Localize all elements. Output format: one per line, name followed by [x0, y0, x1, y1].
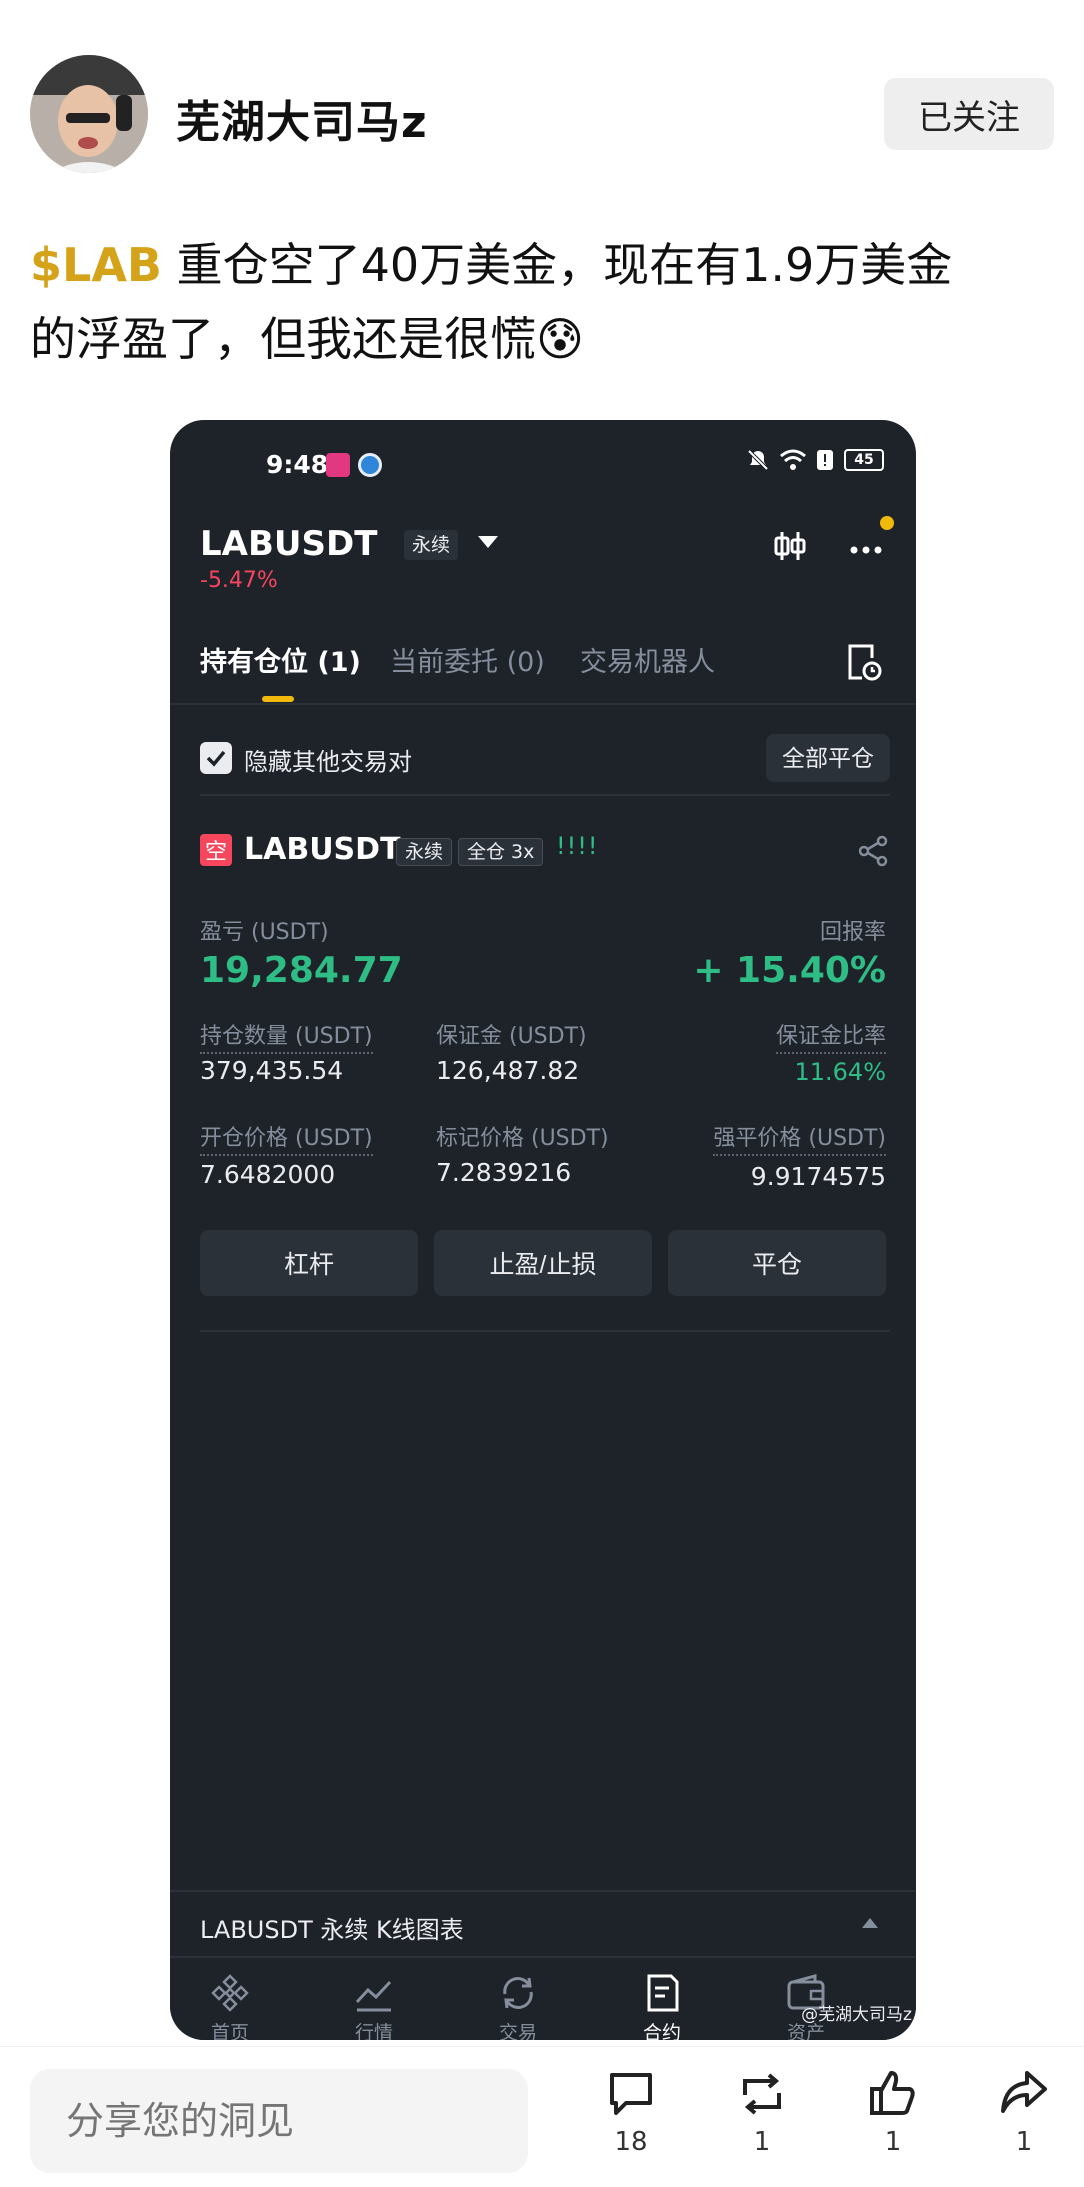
status-bar: 9:48 45	[170, 420, 916, 492]
status-time: 9:48	[266, 450, 329, 479]
perp-badge: 永续	[404, 530, 459, 560]
nav-label: 首页	[210, 2022, 249, 2040]
divider	[200, 1330, 890, 1332]
avatar[interactable]	[30, 55, 148, 173]
repost-count: 1	[753, 2127, 771, 2157]
short-tag: 空	[200, 834, 232, 866]
like-button[interactable]: 1	[853, 2067, 933, 2177]
kline-label[interactable]: LABUSDT 永续 K线图表	[200, 1910, 464, 1945]
share-arrow-icon	[1001, 2071, 1047, 2113]
contract-icon	[647, 1974, 679, 2012]
divider	[200, 794, 890, 796]
nav-futures[interactable]: 合约	[612, 1964, 712, 2040]
kline-bar[interactable]: LABUSDT 永续 K线图表	[170, 1890, 916, 1954]
candlestick-icon[interactable]	[772, 528, 808, 564]
nav-label: 交易	[498, 2022, 537, 2040]
comment-input[interactable]	[30, 2069, 528, 2173]
close-all-button[interactable]: 全部平仓	[766, 734, 890, 782]
margin-ratio-value: 11.64%	[794, 1058, 886, 1086]
post-text-line1: 重仓空了40万美金，现在有1.9万美金	[161, 238, 953, 292]
author-name[interactable]: 芜湖大司马z	[176, 86, 428, 150]
roe-label: 回报率	[819, 920, 886, 945]
bottom-nav: 首页 行情 交易 合约 资产	[170, 1956, 916, 2040]
pnl-value: 19,284.77	[200, 950, 403, 991]
exchange-icon	[503, 1977, 533, 2009]
nav-home[interactable]: 首页	[180, 1964, 280, 2040]
roe-value: + 15.40%	[693, 950, 886, 991]
divider	[170, 703, 916, 705]
position-symbol[interactable]: LABUSDT	[244, 832, 401, 867]
nav-label: 行情	[354, 2022, 393, 2040]
entry-price-value: 7.6482000	[200, 1160, 336, 1189]
entry-price-label[interactable]: 开仓价格 (USDT)	[200, 1120, 373, 1156]
hide-others-checkbox[interactable]	[200, 742, 232, 774]
watermark: @芜湖大司马z	[801, 2005, 912, 2025]
binance-logo-icon	[211, 1974, 249, 2012]
size-value: 379,435.54	[200, 1056, 344, 1085]
tab-trading-bots[interactable]: 交易机器人	[580, 640, 715, 679]
nav-markets[interactable]: 行情	[324, 1964, 424, 2040]
ticker-link[interactable]: $LAB	[30, 238, 162, 292]
pair-name[interactable]: LABUSDT	[200, 524, 377, 564]
nav-label: 合约	[642, 2022, 681, 2040]
more-icon[interactable]	[846, 532, 886, 562]
alert-icon	[817, 450, 833, 470]
liq-price-value: 9.9174575	[750, 1162, 886, 1191]
tab-positions[interactable]: 持有仓位 (1)	[200, 640, 361, 679]
app-notification-icon-2	[358, 453, 382, 477]
repost-icon	[743, 2073, 781, 2115]
size-label[interactable]: 持仓数量 (USDT)	[200, 1018, 373, 1054]
battery-icon: 45	[844, 449, 884, 471]
comment-count: 18	[614, 2127, 648, 2157]
margin-mode-badge[interactable]: 全仓 3x	[458, 838, 544, 866]
position-tabs: 持有仓位 (1) 当前委托 (0) 交易机器人	[200, 640, 890, 706]
mark-price-value: 7.2839216	[436, 1158, 572, 1187]
post-text-line2: 的浮盈了，但我还是很慌😰	[30, 312, 584, 366]
close-position-button[interactable]: 平仓	[668, 1230, 886, 1296]
post-header: 芜湖大司马z 已关注	[30, 52, 1054, 174]
thumbs-up-icon	[870, 2071, 915, 2115]
hide-others-row: 隐藏其他交易对 全部平仓	[200, 730, 890, 786]
nav-trade[interactable]: 交易	[468, 1964, 568, 2040]
avatar-photo-icon	[30, 55, 148, 173]
share-count: 1	[1015, 2127, 1033, 2157]
mute-bell-icon	[747, 449, 769, 471]
chevron-up-icon[interactable]	[862, 1918, 878, 1928]
position-header: 空 LABUSDT 永续 全仓 3x !!!!	[200, 830, 890, 874]
hide-others-label[interactable]: 隐藏其他交易对	[244, 742, 412, 777]
margin-label: 保证金 (USDT)	[436, 1024, 587, 1049]
history-icon[interactable]	[846, 642, 882, 682]
share-button[interactable]: 1	[984, 2067, 1064, 2177]
margin-value: 126,487.82	[436, 1056, 580, 1085]
repost-button[interactable]: 1	[722, 2067, 802, 2177]
like-count: 1	[884, 2127, 902, 2157]
app-notification-icon	[326, 453, 350, 477]
trend-chart-icon	[355, 1980, 392, 2012]
margin-ratio-label[interactable]: 保证金比率	[775, 1018, 886, 1054]
post-action-bar: 18 1 1 1	[0, 2046, 1084, 2187]
comment-icon	[610, 2073, 652, 2115]
adl-indicator: !!!!	[556, 832, 599, 860]
leverage-button[interactable]: 杠杆	[200, 1230, 418, 1296]
share-icon[interactable]	[856, 834, 890, 868]
liq-price-label[interactable]: 强平价格 (USDT)	[713, 1120, 886, 1156]
notification-dot	[880, 516, 894, 530]
mark-price-label: 标记价格 (USDT)	[436, 1126, 609, 1151]
tab-indicator	[262, 696, 294, 702]
price-change: -5.47%	[200, 568, 278, 593]
comment-button[interactable]: 18	[591, 2067, 671, 2177]
post-text: $LAB 重仓空了40万美金，现在有1.9万美金 的浮盈了，但我还是很慌😰	[30, 228, 1054, 376]
chevron-down-icon[interactable]	[478, 536, 498, 548]
follow-button[interactable]: 已关注	[884, 78, 1054, 150]
tab-open-orders[interactable]: 当前委托 (0)	[390, 640, 545, 679]
perp-badge: 永续	[396, 838, 453, 866]
embedded-screenshot[interactable]: 9:48 45 LABUSDT 永续 -5.47% 持有仓位 (1) 当前委托 …	[170, 420, 916, 2040]
wifi-icon	[780, 449, 806, 470]
pnl-label: 盈亏 (USDT)	[200, 920, 329, 945]
tpsl-button[interactable]: 止盈/止损	[434, 1230, 652, 1296]
checkmark-icon	[206, 750, 226, 767]
status-icons: 45	[746, 448, 884, 472]
